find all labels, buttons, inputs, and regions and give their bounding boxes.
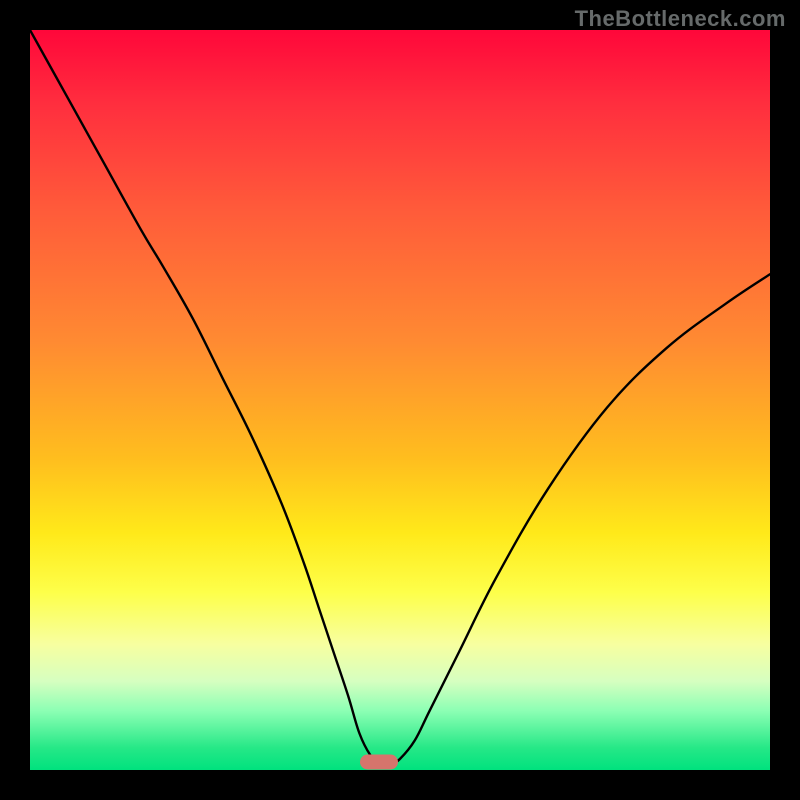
optimal-marker: [360, 754, 398, 769]
watermark-text: TheBottleneck.com: [575, 6, 786, 32]
chart-frame: TheBottleneck.com: [0, 0, 800, 800]
plot-area: [30, 30, 770, 770]
bottleneck-curve: [30, 30, 770, 770]
